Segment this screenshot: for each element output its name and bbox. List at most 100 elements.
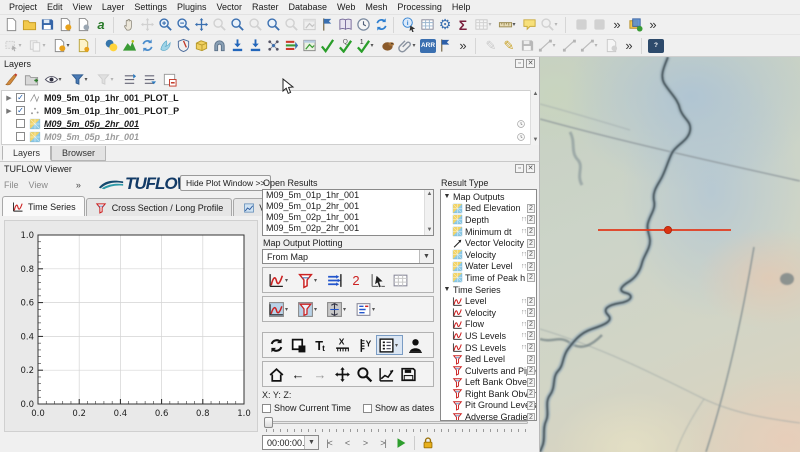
layer-overflow-chevron[interactable]: »	[644, 16, 662, 34]
first-timestep-button[interactable]: |<	[321, 436, 337, 450]
tab-cross-section-long-profile[interactable]: Cross Section / Long Profile	[86, 198, 233, 216]
zoom-in-icon[interactable]	[156, 16, 174, 34]
dropdown-arrow-icon[interactable]: ▾	[413, 42, 419, 49]
python-console-icon[interactable]	[102, 37, 120, 55]
result-type-item[interactable]: Minimum dt↑↑2	[441, 226, 536, 238]
zoom-to-layer-icon[interactable]	[228, 16, 246, 34]
plot-flux-icon[interactable]	[324, 270, 344, 290]
flag-blue-icon[interactable]	[436, 37, 454, 55]
result-type-item[interactable]: Velocity↑↑2	[441, 249, 536, 261]
axis-2-badge[interactable]: 2	[527, 204, 535, 213]
layer-visibility-checkbox[interactable]: ✓	[16, 93, 25, 102]
map-window-icon[interactable]	[300, 37, 318, 55]
axis-2-badge[interactable]: 2	[527, 355, 535, 364]
checkbox-show-current-time[interactable]	[262, 404, 271, 413]
menu-view[interactable]: View	[68, 1, 97, 13]
vertex-tool-icon[interactable]	[560, 37, 578, 55]
dropdown-arrow-icon[interactable]: ▾	[285, 306, 291, 313]
axis-2-badge[interactable]: 2	[527, 401, 535, 410]
forward-icon[interactable]: →	[310, 364, 330, 384]
cs-with-map-icon[interactable]: ▾	[295, 299, 322, 319]
dropdown-arrow-icon[interactable]: ▾	[513, 21, 519, 28]
prev-timestep-button[interactable]: <	[339, 436, 355, 450]
layers-scrollbar[interactable]: ▲▼	[530, 90, 539, 145]
tuflow-float-button[interactable]: ▫	[515, 164, 524, 173]
time-slider-handle[interactable]	[264, 417, 273, 428]
toolbar-overflow-chevron[interactable]: »	[608, 16, 626, 34]
help-icon[interactable]: ?	[648, 39, 664, 53]
zoom-last-icon[interactable]	[264, 16, 282, 34]
axis-2-badge[interactable]: 2	[527, 413, 535, 421]
layer-visibility-checkbox[interactable]	[16, 119, 25, 128]
result-type-item[interactable]: Level↑↑2	[441, 295, 536, 307]
import-download-icon[interactable]	[228, 37, 246, 55]
plot-cross-section-icon[interactable]: ▾	[295, 270, 322, 290]
secondary-axis-arrows-icon[interactable]: ↑↑	[521, 263, 526, 270]
menu-vector[interactable]: Vector	[211, 1, 247, 13]
layer-name[interactable]: M09_5m_01p_1hr_001_PLOT_P	[44, 106, 179, 116]
arr-icon[interactable]: ARR	[420, 39, 436, 53]
processing-toolbox-icon[interactable]: ⚙	[436, 16, 454, 34]
notes-icon[interactable]	[602, 37, 620, 55]
group-collapse-icon[interactable]: ▼	[443, 193, 451, 200]
open-table-icon[interactable]: ▾	[472, 16, 496, 34]
open-layer-styling-icon[interactable]	[2, 70, 20, 88]
bookmark-icon[interactable]	[318, 16, 336, 34]
zoom-to-selection-icon[interactable]	[210, 16, 228, 34]
layer-name[interactable]: M09_5m_05p_1hr_001	[44, 132, 139, 142]
save-edits-icon[interactable]	[518, 37, 536, 55]
layer-visibility-checkbox[interactable]: ✓	[16, 106, 25, 115]
delete-selected-icon[interactable]: ▾	[578, 37, 602, 55]
expander-icon[interactable]: ▶	[5, 94, 13, 102]
add-layer-icon[interactable]	[626, 16, 644, 34]
panel-tab-browser[interactable]: Browser	[51, 146, 106, 161]
layers-float-button[interactable]: ▫	[515, 59, 524, 68]
layer-name[interactable]: M09_5m_01p_1hr_001_PLOT_L	[44, 93, 179, 103]
checkbox-show-as-dates[interactable]	[363, 404, 372, 413]
current-time-dropdown[interactable]: 00:00:00.00 ▼	[262, 435, 319, 450]
axis-2-badge[interactable]: 2	[527, 250, 535, 259]
arch-icon[interactable]	[210, 37, 228, 55]
menu-edit[interactable]: Edit	[42, 1, 68, 13]
dropdown-arrow-icon[interactable]: ▾	[19, 42, 25, 49]
remove-layer-icon[interactable]	[160, 70, 178, 88]
tuflow-menu-overflow[interactable]: »	[76, 180, 81, 190]
pan-plot-icon[interactable]	[332, 364, 352, 384]
map-canvas[interactable]	[540, 57, 800, 452]
new-map-view-icon[interactable]	[300, 16, 318, 34]
secondary-axis-arrows-icon[interactable]: ↑↑	[521, 321, 526, 328]
axis-2-badge[interactable]: 2	[527, 320, 535, 329]
save-project-icon[interactable]	[38, 16, 56, 34]
select-plot-icon[interactable]	[368, 270, 388, 290]
axis-2-badge[interactable]: 2	[527, 227, 535, 236]
vp-with-map-icon[interactable]: ▾	[324, 299, 351, 319]
tuflow-hill-icon[interactable]	[120, 37, 138, 55]
axis-2-badge[interactable]: 2	[527, 331, 535, 340]
digitize-icon[interactable]: ▾	[536, 37, 560, 55]
secondary-axis-arrows-icon[interactable]: ↑↑	[521, 216, 526, 223]
legend-options-icon[interactable]: ▾	[353, 299, 380, 319]
toolbar2-overflow-chevron[interactable]: »	[454, 37, 472, 55]
axis-2-badge[interactable]: 2	[527, 239, 535, 248]
layer-row[interactable]: ▶✓ M09_5m_01p_1hr_001_PLOT_L	[2, 91, 530, 104]
dropdown-arrow-icon[interactable]: ▾	[553, 42, 559, 49]
result-type-item[interactable]: Left Bank Obvert2	[441, 377, 536, 389]
menu-project[interactable]: Project	[4, 1, 42, 13]
secondary-axis-arrows-icon[interactable]: ↑↑	[521, 309, 526, 316]
axis-2-badge[interactable]: 2	[527, 215, 535, 224]
user-plot-icon[interactable]	[405, 335, 425, 355]
legend-toggle-icon[interactable]: ▾	[376, 335, 403, 355]
last-timestep-button[interactable]: >|	[375, 436, 391, 450]
layout-manager-icon[interactable]	[74, 16, 92, 34]
group-collapse-icon[interactable]: ▼	[443, 286, 451, 293]
zoom-next-icon[interactable]	[282, 16, 300, 34]
secondary-axis-arrows-icon[interactable]: ↑↑	[521, 332, 526, 339]
next-timestep-button[interactable]: >	[357, 436, 373, 450]
pin-labels-icon[interactable]	[590, 16, 608, 34]
tcp-icon[interactable]	[264, 37, 282, 55]
layers-close-button[interactable]: ✕	[526, 59, 535, 68]
dropdown-arrow-icon[interactable]: ▾	[314, 277, 320, 284]
hide-plot-window-button[interactable]: Hide Plot Window >>	[180, 175, 271, 191]
open-result-item[interactable]: M09_5m_01p_1hr_001	[263, 190, 433, 201]
tree-group-map-outputs[interactable]: ▼Map Outputs	[441, 191, 536, 203]
